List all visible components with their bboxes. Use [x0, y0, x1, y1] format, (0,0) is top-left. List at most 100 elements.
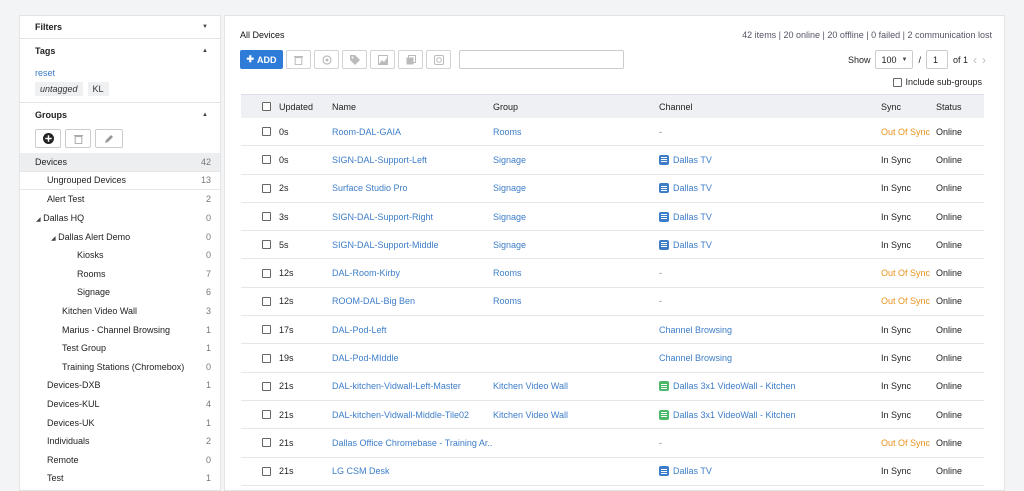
- group-signage[interactable]: Signage 6: [20, 283, 220, 302]
- delete-group-button[interactable]: [65, 129, 91, 148]
- delete-device-button[interactable]: [286, 50, 311, 69]
- group-devices[interactable]: Devices 42: [20, 153, 220, 172]
- cell-name-link[interactable]: SIGN-DAL-Support-Left: [332, 155, 493, 165]
- tags-header[interactable]: Tags ▲: [20, 39, 220, 62]
- table-row[interactable]: 17s DAL-Pod-Left Channel Browsing In Syn…: [241, 316, 984, 345]
- include-subgroups-toggle[interactable]: Include sub-groups: [893, 77, 982, 87]
- table-row[interactable]: 3s SIGN-DAL-Support-Right Signage Dallas…: [241, 203, 984, 232]
- column-channel[interactable]: Channel: [659, 102, 881, 112]
- copy-button[interactable]: [398, 50, 423, 69]
- group-kiosks[interactable]: Kiosks 0: [20, 246, 220, 265]
- group-marius-channel-browsing[interactable]: Marius - Channel Browsing 1: [20, 320, 220, 339]
- cell-name-link[interactable]: SIGN-DAL-Support-Right: [332, 212, 493, 222]
- tag-untagged[interactable]: untagged: [35, 82, 83, 96]
- table-row[interactable]: 21s DAL-kitchen-Vidwall-Middle-Tile02 Ki…: [241, 401, 984, 430]
- row-checkbox[interactable]: [262, 353, 271, 363]
- cell-channel-link[interactable]: Dallas TV: [673, 212, 712, 222]
- row-checkbox[interactable]: [262, 325, 271, 335]
- cell-channel-link[interactable]: Dallas TV: [673, 466, 712, 476]
- cell-channel-link[interactable]: Dallas TV: [673, 183, 712, 193]
- row-checkbox[interactable]: [262, 410, 271, 420]
- select-all-checkbox[interactable]: [262, 102, 271, 111]
- cell-group-link[interactable]: Signage: [493, 155, 659, 165]
- group-test-group[interactable]: Test Group 1: [20, 339, 220, 358]
- cell-name-link[interactable]: SIGN-DAL-Support-Middle: [332, 240, 493, 250]
- row-checkbox[interactable]: [262, 466, 271, 476]
- row-checkbox[interactable]: [262, 212, 271, 222]
- cell-name-link[interactable]: LG CSM Desk: [332, 466, 493, 476]
- group-dallas-hq[interactable]: ◢ Dallas HQ 0: [20, 209, 220, 228]
- page-number-input[interactable]: 1: [925, 50, 948, 69]
- device-search-input[interactable]: [459, 50, 624, 69]
- target-button[interactable]: [314, 50, 339, 69]
- tags-reset-link[interactable]: reset: [20, 62, 220, 80]
- table-row[interactable]: 21s DAL-kitchen-Vidwall-Left-Master Kitc…: [241, 373, 984, 401]
- add-device-button[interactable]: ✚ ADD: [240, 50, 283, 69]
- prev-page-icon[interactable]: ‹: [973, 53, 977, 67]
- page-size-select[interactable]: 100 ▼: [875, 50, 914, 69]
- cell-group-link[interactable]: Signage: [493, 212, 659, 222]
- row-checkbox[interactable]: [262, 183, 271, 193]
- tag-button[interactable]: [342, 50, 367, 69]
- group-test[interactable]: Test 1: [20, 469, 220, 488]
- row-checkbox[interactable]: [262, 240, 271, 250]
- cell-channel-link[interactable]: Channel Browsing: [659, 353, 732, 363]
- group-individuals[interactable]: Individuals 2: [20, 432, 220, 451]
- table-row[interactable]: 21s Dallas Office Chromebase - Training …: [241, 429, 984, 458]
- cell-group-link[interactable]: Kitchen Video Wall: [493, 381, 659, 391]
- cell-channel-link[interactable]: Dallas TV: [673, 155, 712, 165]
- tag-kl[interactable]: KL: [87, 82, 109, 96]
- cell-name-link[interactable]: Surface Studio Pro: [332, 183, 493, 193]
- table-row[interactable]: 5s SIGN-DAL-Support-Middle Signage Dalla…: [241, 231, 984, 260]
- group-devices-kul[interactable]: Devices-KUL 4: [20, 395, 220, 414]
- table-row[interactable]: 21s LG CSM Desk Dallas TV In Sync Online: [241, 458, 984, 486]
- group-ungrouped-devices[interactable]: Ungrouped Devices 13: [20, 172, 220, 191]
- cell-channel-link[interactable]: Dallas 3x1 VideoWall - Kitchen: [673, 410, 796, 420]
- cell-name-link[interactable]: DAL-Pod-Left: [332, 325, 493, 335]
- cell-channel-link[interactable]: Dallas TV: [673, 240, 712, 250]
- table-row[interactable]: 12s ROOM-DAL-Big Ben Rooms - Out Of Sync…: [241, 288, 984, 317]
- cell-name-link[interactable]: DAL-Room-Kirby: [332, 268, 493, 278]
- add-group-button[interactable]: [35, 129, 61, 148]
- cell-group-link[interactable]: Signage: [493, 240, 659, 250]
- expanded-triangle-icon[interactable]: ◢: [51, 236, 56, 242]
- column-status[interactable]: Status: [936, 102, 984, 112]
- next-page-icon[interactable]: ›: [982, 53, 986, 67]
- filters-header[interactable]: Filters ▼: [20, 16, 220, 39]
- row-checkbox[interactable]: [262, 268, 271, 278]
- cell-name-link[interactable]: DAL-kitchen-Vidwall-Left-Master: [332, 381, 493, 391]
- cell-group-link[interactable]: Rooms: [493, 127, 659, 137]
- edit-group-button[interactable]: [95, 129, 123, 148]
- power-button[interactable]: [426, 50, 451, 69]
- image-button[interactable]: [370, 50, 395, 69]
- cell-name-link[interactable]: Room-DAL-GAIA: [332, 127, 493, 137]
- cell-name-link[interactable]: ROOM-DAL-Big Ben: [332, 296, 493, 306]
- group-alert-test[interactable]: Alert Test 2: [20, 190, 220, 209]
- row-checkbox[interactable]: [262, 155, 271, 165]
- cell-group-link[interactable]: Rooms: [493, 296, 659, 306]
- column-group[interactable]: Group: [493, 102, 659, 112]
- cell-name-link[interactable]: DAL-kitchen-Vidwall-Middle-Tile02: [332, 410, 493, 420]
- group-rooms[interactable]: Rooms 7: [20, 265, 220, 284]
- cell-group-link[interactable]: Kitchen Video Wall: [493, 410, 659, 420]
- expanded-triangle-icon[interactable]: ◢: [36, 217, 41, 223]
- row-checkbox[interactable]: [262, 296, 271, 306]
- group-devices-dxb[interactable]: Devices-DXB 1: [20, 376, 220, 395]
- group-dallas-alert-demo[interactable]: ◢ Dallas Alert Demo 0: [20, 227, 220, 246]
- table-row[interactable]: 19s DAL-Pod-MIddle Channel Browsing In S…: [241, 344, 984, 373]
- row-checkbox[interactable]: [262, 438, 271, 448]
- cell-group-link[interactable]: Rooms: [493, 268, 659, 278]
- cell-name-link[interactable]: DAL-Pod-MIddle: [332, 353, 493, 363]
- group-remote[interactable]: Remote 0: [20, 451, 220, 470]
- group-kitchen-video-wall[interactable]: Kitchen Video Wall 3: [20, 302, 220, 321]
- table-row[interactable]: 2s Surface Studio Pro Signage Dallas TV …: [241, 175, 984, 203]
- cell-group-link[interactable]: Signage: [493, 183, 659, 193]
- table-row[interactable]: 0s Room-DAL-GAIA Rooms - Out Of Sync Onl…: [241, 118, 984, 147]
- cell-name-link[interactable]: Dallas Office Chromebase - Training Ar..…: [332, 438, 493, 448]
- column-updated[interactable]: Updated: [279, 102, 332, 112]
- cell-channel-link[interactable]: Dallas 3x1 VideoWall - Kitchen: [673, 381, 796, 391]
- table-row[interactable]: 12s DAL-Room-Kirby Rooms - Out Of Sync O…: [241, 259, 984, 288]
- column-sync[interactable]: Sync: [881, 102, 936, 112]
- group-devices-uk[interactable]: Devices-UK 1: [20, 413, 220, 432]
- include-subgroups-checkbox[interactable]: [893, 77, 903, 87]
